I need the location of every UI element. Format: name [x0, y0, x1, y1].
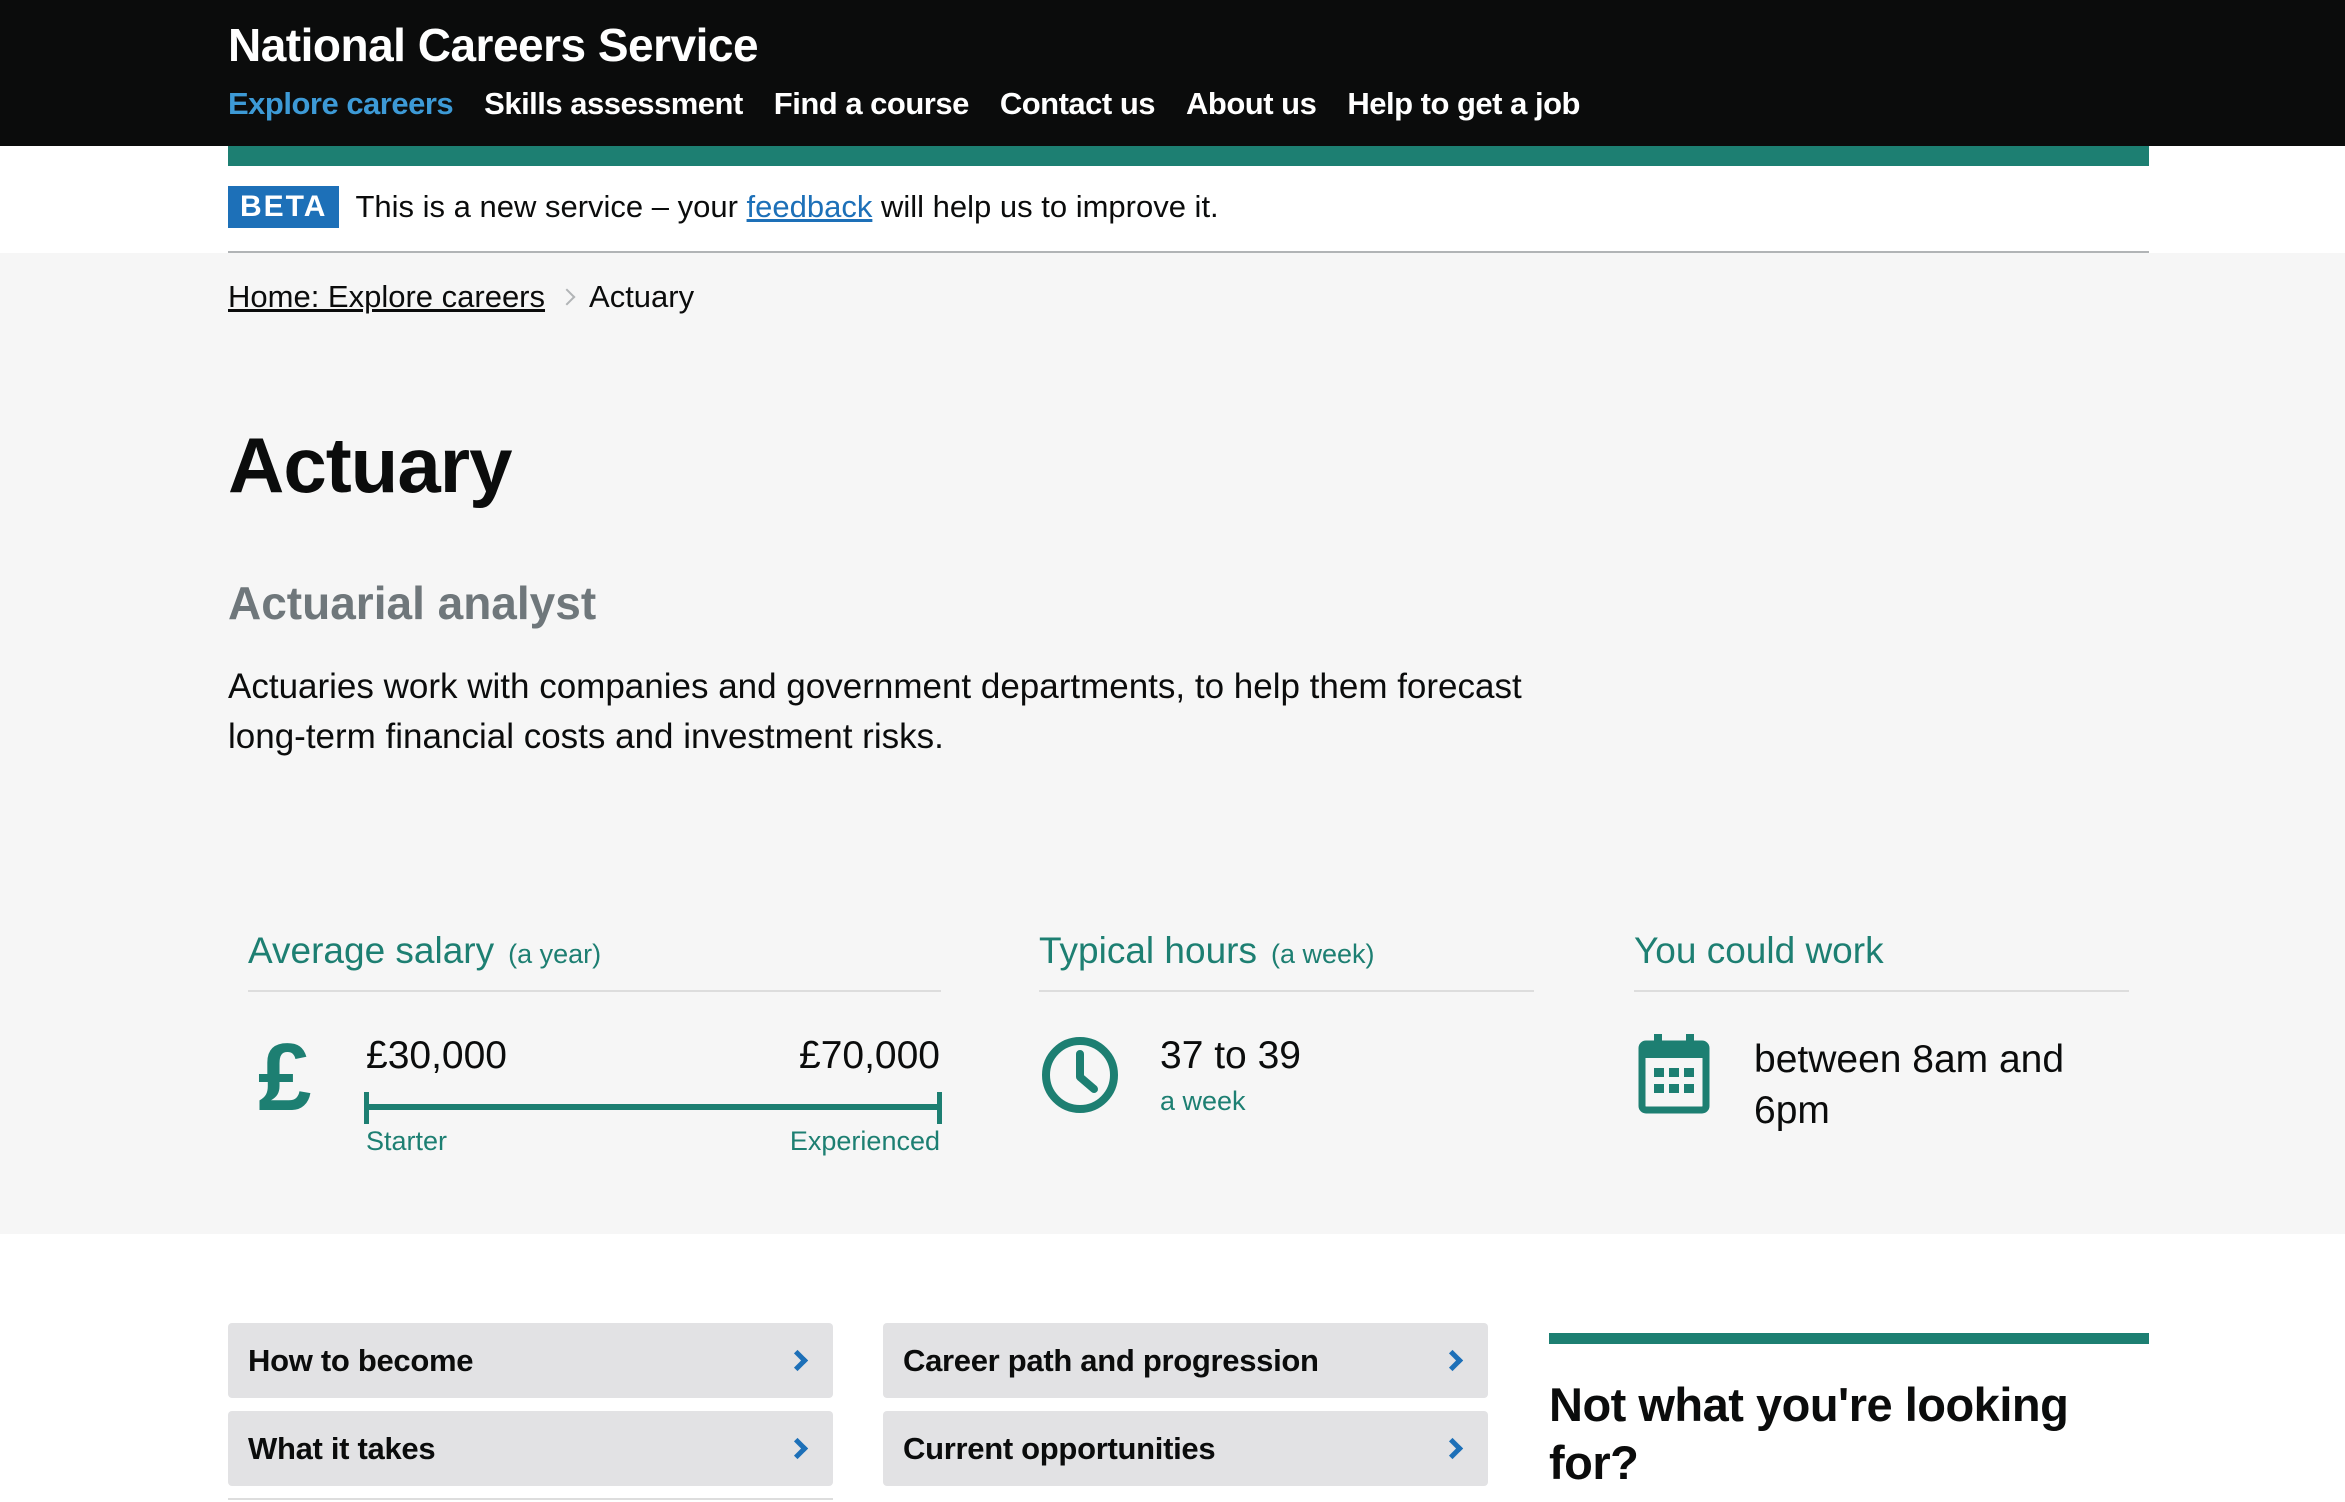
alternative-title: Actuarial analyst	[228, 577, 597, 629]
section-label: Career path and progression	[903, 1342, 1319, 1378]
nav-find-a-course[interactable]: Find a course	[774, 86, 970, 122]
beta-message: This is a new service – your feedback wi…	[355, 189, 1218, 225]
hours-divider	[1039, 990, 1534, 992]
service-name[interactable]: National Careers Service	[228, 18, 759, 72]
chevron-right-icon	[558, 288, 576, 306]
breadcrumb-current: Actuary	[589, 279, 695, 314]
nav-help-to-get-a-job[interactable]: Help to get a job	[1347, 86, 1580, 122]
salary-experienced-label: Experienced	[789, 1126, 940, 1156]
section-what-it-takes[interactable]: What it takes	[228, 1411, 833, 1486]
salary-period: (a year)	[508, 939, 602, 969]
beta-banner: BETA This is a new service – your feedba…	[228, 186, 1219, 228]
section-label: What it takes	[248, 1430, 436, 1466]
chevron-right-icon	[786, 1437, 809, 1460]
sidebar-accent-bar	[1549, 1333, 2149, 1344]
pound-icon: £	[258, 1024, 312, 1131]
career-description: Actuaries work with companies and govern…	[228, 667, 1522, 756]
clock-icon	[1042, 1037, 1118, 1113]
work-heading-text: You could work	[1634, 930, 1884, 971]
salary-bar-end-tick	[937, 1092, 942, 1124]
section-career-path[interactable]: Career path and progression	[883, 1323, 1488, 1398]
salary-heading: Average salary (a year)	[248, 930, 601, 972]
salary-starter-value: £30,000	[366, 1034, 507, 1077]
beta-tag: BETA	[228, 186, 340, 228]
chevron-right-icon	[786, 1349, 809, 1372]
calendar-icon	[1638, 1034, 1710, 1114]
hours-subtext: a week	[1160, 1086, 1246, 1116]
hours-value: 37 to 39	[1160, 1034, 1301, 1077]
salary-starter-label: Starter	[366, 1126, 448, 1156]
work-divider	[1634, 990, 2129, 992]
hours-heading: Typical hours (a week)	[1039, 930, 1375, 972]
section-label: How to become	[248, 1342, 474, 1378]
hours-period: (a week)	[1271, 939, 1375, 969]
nav-skills-assessment[interactable]: Skills assessment	[484, 86, 743, 122]
breadcrumb: Home: Explore careers Actuary	[228, 279, 694, 315]
section-label: Current opportunities	[903, 1430, 1216, 1466]
work-value: between 8am and 6pm	[1754, 1038, 2065, 1132]
beta-text-after: will help us to improve it.	[872, 189, 1219, 224]
sidebar-title: Not what you're looking for?	[1549, 1378, 2069, 1489]
salary-divider	[248, 990, 941, 992]
salary-heading-text: Average salary	[248, 930, 495, 971]
chevron-right-icon	[1441, 1349, 1464, 1372]
beta-text-before: This is a new service – your	[355, 189, 747, 224]
chevron-right-icon	[1441, 1437, 1464, 1460]
nav-explore-careers[interactable]: Explore careers	[228, 86, 454, 122]
nav-contact-us[interactable]: Contact us	[1000, 86, 1156, 122]
page-title: Actuary	[228, 421, 512, 509]
section-how-to-become[interactable]: How to become	[228, 1323, 833, 1398]
site-header: National Careers Service Explore careers…	[0, 0, 2345, 146]
section-current-opportunities[interactable]: Current opportunities	[883, 1411, 1488, 1486]
salary-range-bar	[366, 1104, 941, 1110]
header-accent-stripe	[228, 146, 2149, 166]
main-nav: Explore careers Skills assessment Find a…	[228, 86, 1580, 122]
breadcrumb-home[interactable]: Home: Explore careers	[228, 279, 545, 315]
work-heading: You could work	[1634, 930, 1884, 972]
section-divider	[228, 1498, 833, 1500]
feedback-link[interactable]: feedback	[747, 189, 873, 224]
salary-experienced-value: £70,000	[799, 1034, 940, 1077]
hours-heading-text: Typical hours	[1039, 930, 1257, 971]
nav-about-us[interactable]: About us	[1186, 86, 1317, 122]
